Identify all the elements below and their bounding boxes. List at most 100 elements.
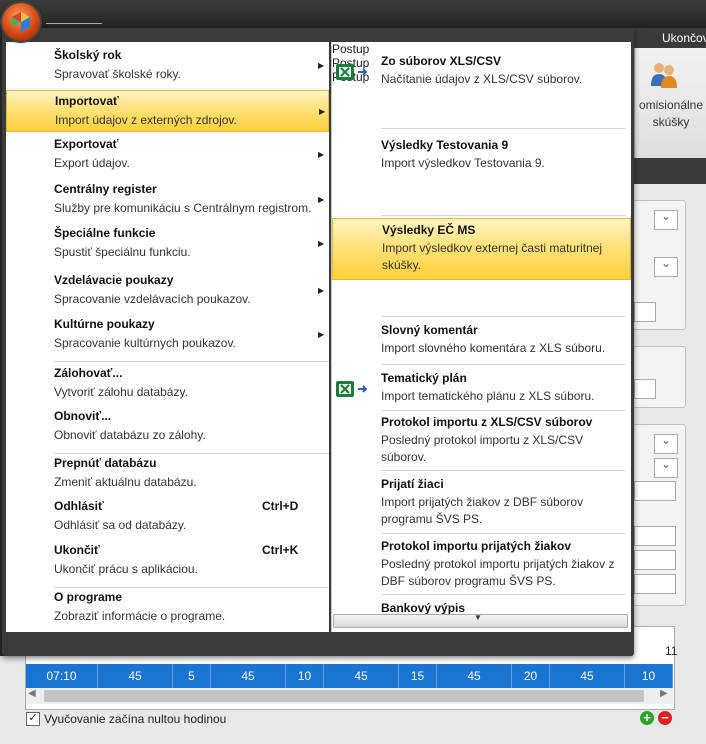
time-cell[interactable]: 45 [98,664,173,688]
menu-item-2[interactable]: Exportovať Export údajov. ▶ [6,134,329,176]
application-menu-items: Školský rok Spravovať školské roky. ▶ Impor… [6,42,329,632]
time-cell[interactable]: 5 [173,664,211,688]
zero-hour-checkbox-label: Vyučovanie začína nultou hodinou [44,712,227,726]
import-item-0[interactable]: Zo súborov XLS/CSV Načítanie údajov z XLS… [332,50,631,128]
zero-hour-checkbox[interactable]: ✓ [26,712,40,726]
import-item-1[interactable]: Výsledky Testovania 9 Import výsledkov Te… [332,134,631,210]
application-menu-button[interactable] [2,3,40,41]
time-cell[interactable]: 07:10 [26,664,98,688]
form-field-2[interactable] [634,379,656,399]
import-submenu: Zo súborov XLS/CSV Načítanie údajov z XLS… [331,42,631,632]
scroll-right-icon[interactable]: ▶ [660,688,668,699]
import-item-description: Načítanie údajov z XLS/CSV súborov. [381,72,583,86]
menu-item-4[interactable]: Špeciálne funkcie Spustiť špeciálnu funkc… [6,223,329,265]
submenu-arrow-icon: ▶ [318,61,325,70]
menu-item-description: Spravovať školské roky. [54,67,181,81]
period-header-11: 11 [665,644,678,658]
form-combo-3[interactable] [654,433,678,454]
menu-item-title: Exportovať [54,137,119,151]
commission-exams-label[interactable]: omisionálne skúšky [636,97,706,131]
timetable-time-row: 07:10 45 5 45 10 45 15 45 20 45 10 [26,664,673,688]
form-field-3[interactable] [634,481,676,501]
menu-item-description: Zmeniť aktuálnu databázu. [54,475,197,489]
submenu-separator [381,316,625,317]
time-cell[interactable]: 15 [399,664,437,688]
import-item-description: Import slovného komentára z XLS súboru. [381,341,606,355]
form-field-5[interactable] [634,550,676,570]
add-button[interactable]: + [640,711,654,725]
form-combo-1[interactable] [654,209,678,230]
title-bar [0,0,706,28]
form-field-6[interactable] [634,574,676,594]
time-cell[interactable]: 45 [211,664,286,688]
ribbon-tab-ukoncovanie[interactable]: Ukončov [662,31,706,45]
time-cell[interactable]: 45 [550,664,625,688]
import-item-6[interactable]: Prijatí žiaci Import prijatých žiakov z D… [332,473,631,529]
time-cell[interactable]: 10 [286,664,324,688]
app-logo-icon [12,12,30,32]
ribbon-divider [634,158,706,184]
menu-item-description: Spustiť špeciálnu funkciu. [54,245,191,259]
menu-item-title: Zálohovať... [54,366,123,380]
menu-item-10[interactable]: Odhlásiť Odhlásiť sa od databázy. Ctrl+D [6,496,329,536]
import-item-2[interactable]: Výsledky EČ MS Import výsledkov externej … [332,218,631,280]
submenu-scroll-down-button[interactable]: ▼ [333,613,628,628]
import-item-5[interactable]: Protokol importu z XLS/CSV súborov Posled… [332,411,631,467]
submenu-separator [381,470,625,471]
remove-button[interactable]: − [658,711,672,725]
menu-item-title: Školský rok [54,48,122,62]
import-item-title: Bankový výpis [381,601,466,615]
application-menu-footer [6,632,630,648]
menu-item-description: Odhlásiť sa od databázy. [54,518,187,532]
menu-item-description: Export údajov. [54,156,130,170]
scroll-left-icon[interactable]: ◀ [28,688,36,699]
import-item-title: Tematický plán [381,371,467,385]
submenu-separator [381,128,625,129]
import-item-title: Prijatí žiaci [381,477,444,491]
import-item-title: Výsledky EČ MS [382,223,476,237]
submenu-separator [381,364,625,365]
import-item-description: Import prijatých žiakov z DBF súborov pr… [381,495,584,526]
submenu-separator [381,594,625,595]
import-item-3[interactable]: Slovný komentár Import slovného komentára… [332,319,631,363]
import-item-description: Posledný protokol importu z XLS/CSV súbo… [381,433,584,464]
form-field-4[interactable] [634,526,676,546]
excel-import-icon [336,63,368,81]
menu-item-description: Import údajov z externých zdrojov. [55,113,237,127]
import-item-7[interactable]: Protokol importu prijatých žiakov Posledn… [332,535,631,591]
menu-item-description: Obnoviť databázu zo zálohy. [54,428,206,442]
menu-item-title: Vzdelávacie poukazy [54,273,174,287]
menu-item-3[interactable]: Centrálny register Služby pre komunikáciu… [6,179,329,221]
menu-item-5[interactable]: Vzdelávacie poukazy Spracovanie vzdelávac… [6,270,329,312]
time-cell[interactable]: 10 [625,664,673,688]
menu-item-8[interactable]: Obnoviť... Obnoviť databázu zo zálohy. [6,406,329,446]
menu-item-9[interactable]: Prepnúť databázu Zmeniť aktuálnu databázu… [6,453,329,493]
menu-item-6[interactable]: Kultúrne poukazy Spracovanie kultúrnych p… [6,314,329,356]
menu-item-description: Ukončiť prácu s aplikáciou. [54,562,198,576]
menu-item-title: Kultúrne poukazy [54,317,155,331]
commission-exams-icon[interactable] [648,60,678,90]
time-cell[interactable]: 20 [512,664,550,688]
scrollbar-thumb[interactable] [44,690,644,702]
menu-item-description: Zobraziť informácie o programe. [54,609,226,623]
menu-item-title: Prepnúť databázu [54,456,157,470]
time-cell[interactable]: 45 [437,664,512,688]
menu-item-11[interactable]: Ukončiť Ukončiť prácu s aplikáciou. Ctrl+K [6,540,329,580]
menu-item-0[interactable]: Školský rok Spravovať školské roky. ▶ [6,45,329,87]
form-combo-2[interactable] [654,256,678,277]
form-field-1[interactable] [634,302,656,322]
import-item-4[interactable]: Tematický plán Import tematického plánu z… [332,367,631,409]
import-item-description: Import tematického plánu z XLS súboru. [381,389,595,403]
import-item-title: Protokol importu prijatých žiakov [381,539,572,553]
menu-item-1[interactable]: Importovať Import údajov z externých zdro… [6,90,329,132]
menu-item-7[interactable]: Zálohovať... Vytvoriť zálohu databázy. [6,363,329,403]
menu-item-title: O programe [54,590,123,604]
menu-item-description: Spracovanie vzdelávacích poukazov. [54,292,251,306]
menu-item-description: Vytvoriť zálohu databázy. [54,385,188,399]
submenu-separator [381,533,625,534]
time-cell[interactable]: 45 [324,664,399,688]
import-item-title: Slovný komentár [381,323,478,337]
menu-item-12[interactable]: O programe Zobraziť informácie o programe… [6,587,329,627]
form-combo-4[interactable] [654,457,678,478]
submenu-arrow-icon: ▶ [318,286,325,295]
